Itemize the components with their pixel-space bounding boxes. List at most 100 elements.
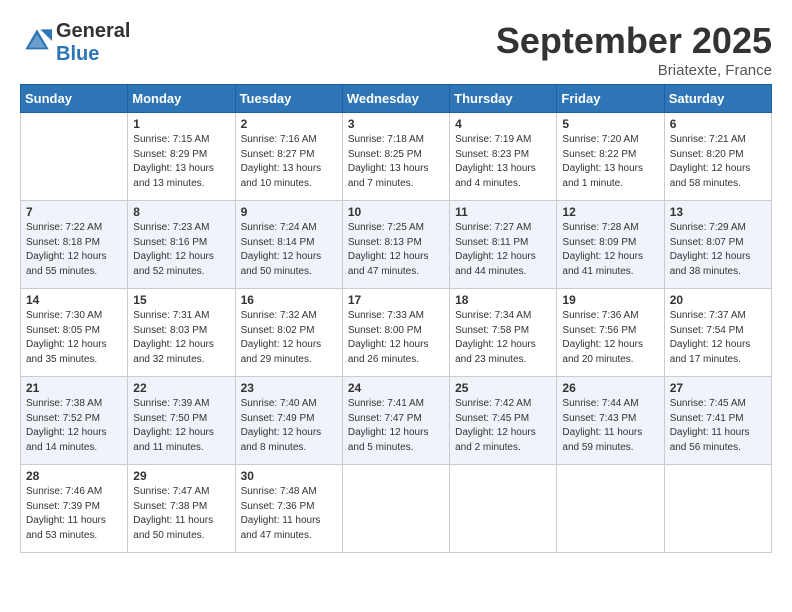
calendar-week-row: 28Sunrise: 7:46 AM Sunset: 7:39 PM Dayli…	[21, 465, 772, 553]
calendar-week-row: 1 Sunrise: 7:15 AM Sunset: 8:29 PM Daylig…	[21, 113, 772, 201]
day-header-thursday: Thursday	[450, 85, 557, 113]
day-number: 4	[455, 117, 551, 131]
day-header-tuesday: Tuesday	[235, 85, 342, 113]
calendar-cell: 22Sunrise: 7:39 AM Sunset: 7:50 PM Dayli…	[128, 377, 235, 465]
calendar-cell: 11 Sunrise: 7:27 AM Sunset: 8:11 PM Dayli…	[450, 201, 557, 289]
day-header-monday: Monday	[128, 85, 235, 113]
calendar-cell: 14 Sunrise: 7:30 AM Sunset: 8:05 PM Dayli…	[21, 289, 128, 377]
day-info: Sunrise: 7:32 AM Sunset: 8:02 PM Dayligh…	[241, 309, 337, 367]
day-info: Sunrise: 7:21 AM Sunset: 8:20 PM Dayligh…	[670, 133, 766, 191]
calendar-cell	[342, 465, 449, 553]
logo: General Blue	[20, 20, 130, 66]
calendar-cell: 17 Sunrise: 7:33 AM Sunset: 8:00 PM Dayli…	[342, 289, 449, 377]
day-number: 13	[670, 205, 766, 219]
day-info: Sunrise: 7:22 AM Sunset: 8:18 PM Dayligh…	[26, 221, 122, 279]
day-number: 1	[133, 117, 229, 131]
calendar-cell: 24 Sunrise: 7:41 AM Sunset: 7:47 PM Dayli…	[342, 377, 449, 465]
calendar-cell	[557, 465, 664, 553]
day-info: Sunrise: 7:47 AM Sunset: 7:38 PM Dayligh…	[133, 485, 229, 543]
day-info: Sunrise: 7:39 AM Sunset: 7:50 PM Dayligh…	[133, 397, 229, 455]
day-info: Sunrise: 7:28 AM Sunset: 8:09 PM Dayligh…	[562, 221, 658, 279]
calendar-week-row: 21 Sunrise: 7:38 AM Sunset: 7:52 PM Dayli…	[21, 377, 772, 465]
logo-blue: Blue	[56, 43, 99, 65]
day-number: 14	[26, 293, 122, 307]
day-number: 30	[241, 469, 337, 483]
day-number: 19	[562, 293, 658, 307]
day-number: 7	[26, 205, 122, 219]
calendar-cell: 29 Sunrise: 7:47 AM Sunset: 7:38 PM Dayli…	[128, 465, 235, 553]
day-number: 11	[455, 205, 551, 219]
day-number: 6	[670, 117, 766, 131]
day-info: Sunrise: 7:24 AM Sunset: 8:14 PM Dayligh…	[241, 221, 337, 279]
day-number: 24	[348, 381, 444, 395]
title-block: September 2025 Briatexte, France	[496, 20, 772, 79]
calendar-cell: 15 Sunrise: 7:31 AM Sunset: 8:03 PM Dayli…	[128, 289, 235, 377]
calendar-cell: 4 Sunrise: 7:19 AM Sunset: 8:23 PM Daylig…	[450, 113, 557, 201]
calendar-cell: 12Sunrise: 7:28 AM Sunset: 8:09 PM Dayli…	[557, 201, 664, 289]
day-header-sunday: Sunday	[21, 85, 128, 113]
day-number: 8	[133, 205, 229, 219]
calendar-cell: 9 Sunrise: 7:24 AM Sunset: 8:14 PM Daylig…	[235, 201, 342, 289]
day-number: 28	[26, 469, 122, 483]
day-number: 27	[670, 381, 766, 395]
day-info: Sunrise: 7:44 AM Sunset: 7:43 PM Dayligh…	[562, 397, 658, 455]
calendar-cell: 3 Sunrise: 7:18 AM Sunset: 8:25 PM Daylig…	[342, 113, 449, 201]
day-info: Sunrise: 7:37 AM Sunset: 7:54 PM Dayligh…	[670, 309, 766, 367]
calendar-cell: 18Sunrise: 7:34 AM Sunset: 7:58 PM Dayli…	[450, 289, 557, 377]
day-info: Sunrise: 7:38 AM Sunset: 7:52 PM Dayligh…	[26, 397, 122, 455]
day-info: Sunrise: 7:45 AM Sunset: 7:41 PM Dayligh…	[670, 397, 766, 455]
day-info: Sunrise: 7:42 AM Sunset: 7:45 PM Dayligh…	[455, 397, 551, 455]
day-info: Sunrise: 7:27 AM Sunset: 8:11 PM Dayligh…	[455, 221, 551, 279]
day-number: 3	[348, 117, 444, 131]
calendar-cell: 2Sunrise: 7:16 AM Sunset: 8:27 PM Daylig…	[235, 113, 342, 201]
calendar-cell: 5 Sunrise: 7:20 AM Sunset: 8:22 PM Daylig…	[557, 113, 664, 201]
calendar-cell: 27 Sunrise: 7:45 AM Sunset: 7:41 PM Dayli…	[664, 377, 771, 465]
calendar-wrapper: SundayMondayTuesdayWednesdayThursdayFrid…	[10, 84, 782, 563]
day-info: Sunrise: 7:19 AM Sunset: 8:23 PM Dayligh…	[455, 133, 551, 191]
logo-icon	[22, 26, 52, 56]
calendar-cell	[21, 113, 128, 201]
calendar-cell: 6 Sunrise: 7:21 AM Sunset: 8:20 PM Daylig…	[664, 113, 771, 201]
day-info: Sunrise: 7:23 AM Sunset: 8:16 PM Dayligh…	[133, 221, 229, 279]
day-info: Sunrise: 7:30 AM Sunset: 8:05 PM Dayligh…	[26, 309, 122, 367]
calendar-header-row: SundayMondayTuesdayWednesdayThursdayFrid…	[21, 85, 772, 113]
day-info: Sunrise: 7:40 AM Sunset: 7:49 PM Dayligh…	[241, 397, 337, 455]
day-number: 29	[133, 469, 229, 483]
calendar-cell: 28Sunrise: 7:46 AM Sunset: 7:39 PM Dayli…	[21, 465, 128, 553]
day-number: 21	[26, 381, 122, 395]
calendar-cell: 13 Sunrise: 7:29 AM Sunset: 8:07 PM Dayli…	[664, 201, 771, 289]
day-number: 16	[241, 293, 337, 307]
day-number: 26	[562, 381, 658, 395]
day-number: 23	[241, 381, 337, 395]
calendar-cell: 8 Sunrise: 7:23 AM Sunset: 8:16 PM Daylig…	[128, 201, 235, 289]
day-info: Sunrise: 7:29 AM Sunset: 8:07 PM Dayligh…	[670, 221, 766, 279]
day-info: Sunrise: 7:20 AM Sunset: 8:22 PM Dayligh…	[562, 133, 658, 191]
day-number: 5	[562, 117, 658, 131]
day-number: 15	[133, 293, 229, 307]
day-info: Sunrise: 7:34 AM Sunset: 7:58 PM Dayligh…	[455, 309, 551, 367]
calendar-cell: 20Sunrise: 7:37 AM Sunset: 7:54 PM Dayli…	[664, 289, 771, 377]
day-info: Sunrise: 7:33 AM Sunset: 8:00 PM Dayligh…	[348, 309, 444, 367]
calendar-cell: 23 Sunrise: 7:40 AM Sunset: 7:49 PM Dayli…	[235, 377, 342, 465]
calendar-cell: 19Sunrise: 7:36 AM Sunset: 7:56 PM Dayli…	[557, 289, 664, 377]
calendar-cell: 25 Sunrise: 7:42 AM Sunset: 7:45 PM Dayli…	[450, 377, 557, 465]
calendar-cell: 16 Sunrise: 7:32 AM Sunset: 8:02 PM Dayli…	[235, 289, 342, 377]
day-header-friday: Friday	[557, 85, 664, 113]
day-number: 17	[348, 293, 444, 307]
day-number: 25	[455, 381, 551, 395]
day-header-wednesday: Wednesday	[342, 85, 449, 113]
day-info: Sunrise: 7:31 AM Sunset: 8:03 PM Dayligh…	[133, 309, 229, 367]
calendar-cell: 21 Sunrise: 7:38 AM Sunset: 7:52 PM Dayli…	[21, 377, 128, 465]
calendar-table: SundayMondayTuesdayWednesdayThursdayFrid…	[20, 84, 772, 553]
calendar-cell: 10Sunrise: 7:25 AM Sunset: 8:13 PM Dayli…	[342, 201, 449, 289]
calendar-week-row: 14 Sunrise: 7:30 AM Sunset: 8:05 PM Dayli…	[21, 289, 772, 377]
calendar-week-row: 7 Sunrise: 7:22 AM Sunset: 8:18 PM Daylig…	[21, 201, 772, 289]
month-title: September 2025	[496, 20, 772, 62]
day-info: Sunrise: 7:15 AM Sunset: 8:29 PM Dayligh…	[133, 133, 229, 191]
day-info: Sunrise: 7:18 AM Sunset: 8:25 PM Dayligh…	[348, 133, 444, 191]
day-number: 2	[241, 117, 337, 131]
day-number: 9	[241, 205, 337, 219]
calendar-cell	[450, 465, 557, 553]
page-header: General Blue September 2025 Briatexte, F…	[10, 10, 782, 84]
day-info: Sunrise: 7:41 AM Sunset: 7:47 PM Dayligh…	[348, 397, 444, 455]
